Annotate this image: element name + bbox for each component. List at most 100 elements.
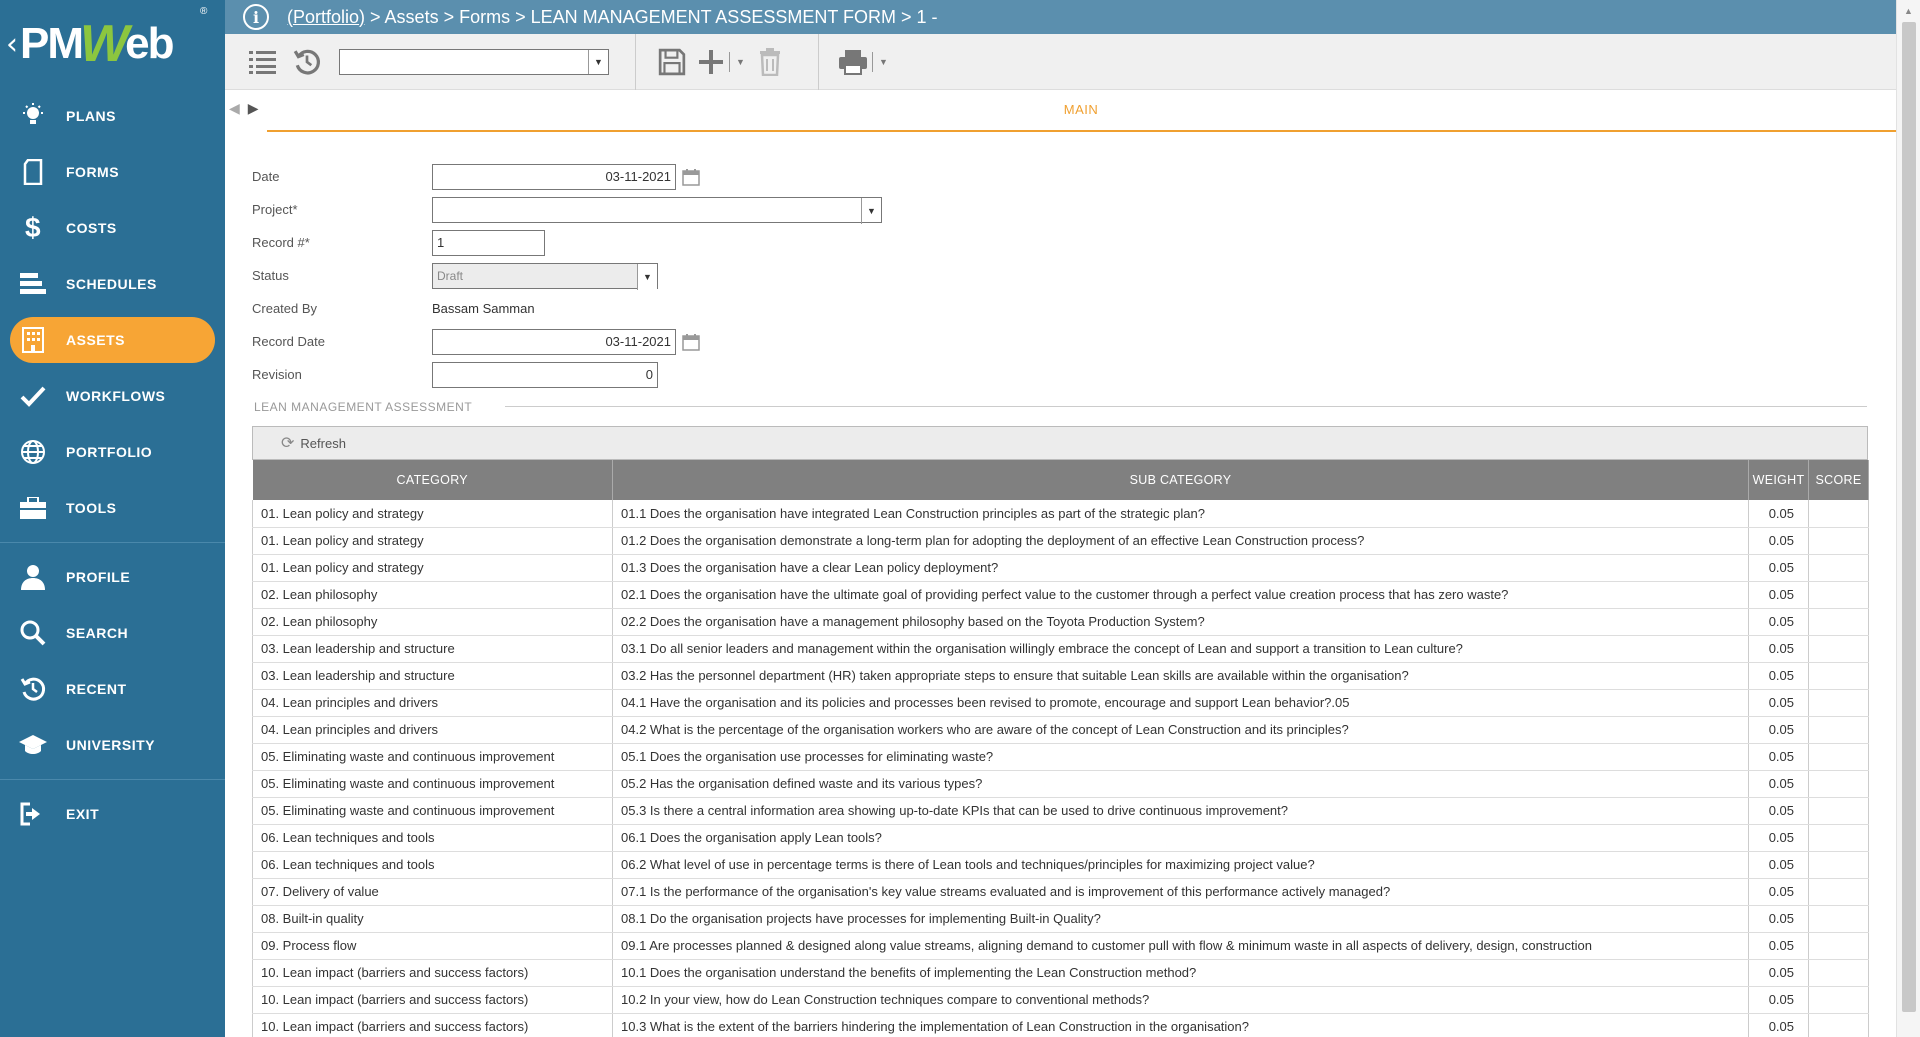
table-body: 01. Lean policy and strategy 01.1 Does th…	[252, 500, 1869, 1037]
score-cell[interactable]	[1808, 770, 1869, 798]
score-cell[interactable]	[1808, 851, 1869, 879]
add-button[interactable]: ▼	[694, 42, 748, 82]
table-row[interactable]: 10. Lean impact (barriers and success fa…	[252, 986, 1869, 1014]
tab-main[interactable]: MAIN	[267, 102, 1895, 117]
score-cell[interactable]	[1808, 527, 1869, 555]
score-cell[interactable]	[1808, 797, 1869, 825]
print-button[interactable]: ▼	[833, 42, 893, 82]
tab-scroll-arrows: ◀ ▶	[229, 100, 259, 117]
table-row[interactable]: 07. Delivery of value 07.1 Is the perform…	[252, 878, 1869, 906]
column-header-sub-category[interactable]: SUB CATEGORY	[612, 460, 1749, 500]
sidebar-item-label: PLANS	[66, 108, 116, 124]
category-cell: 03. Lean leadership and structure	[252, 662, 613, 690]
sidebar-item-exit[interactable]: EXIT	[0, 786, 225, 842]
table-row[interactable]: 10. Lean impact (barriers and success fa…	[252, 1013, 1869, 1037]
record-number-label: Record #*	[252, 235, 310, 250]
table-row[interactable]: 03. Lean leadership and structure 03.1 Do…	[252, 635, 1869, 663]
scroll-up-icon[interactable]: ▲	[1904, 6, 1913, 16]
breadcrumb-portfolio-link[interactable]: (Portfolio)	[287, 7, 365, 28]
column-header-score[interactable]: SCORE	[1808, 460, 1869, 500]
save-button[interactable]	[650, 42, 694, 82]
column-header-weight[interactable]: WEIGHT	[1748, 460, 1809, 500]
tab-scroll-right-icon[interactable]: ▶	[248, 100, 259, 117]
scrollbar-thumb[interactable]	[1902, 22, 1916, 1012]
tab-scroll-left-icon[interactable]: ◀	[229, 100, 240, 117]
table-row[interactable]: 01. Lean policy and strategy 01.2 Does th…	[252, 527, 1869, 555]
sidebar-item-forms[interactable]: FORMS	[0, 144, 225, 200]
sub-category-cell: 05.3 Is there a central information area…	[612, 797, 1749, 825]
weight-cell: 0.05	[1748, 797, 1809, 825]
category-cell: 06. Lean techniques and tools	[252, 851, 613, 879]
score-cell[interactable]	[1808, 986, 1869, 1014]
list-view-button[interactable]	[241, 42, 285, 82]
score-cell[interactable]	[1808, 824, 1869, 852]
score-cell[interactable]	[1808, 554, 1869, 582]
table-row[interactable]: 01. Lean policy and strategy 01.3 Does th…	[252, 554, 1869, 582]
score-cell[interactable]	[1808, 959, 1869, 987]
table-row[interactable]: 09. Process flow 09.1 Are processes plann…	[252, 932, 1869, 960]
sidebar-item-assets[interactable]: ASSETS	[10, 317, 215, 363]
score-cell[interactable]	[1808, 608, 1869, 636]
table-row[interactable]: 02. Lean philosophy 02.1 Does the organis…	[252, 581, 1869, 609]
sidebar-item-label: RECENT	[66, 681, 127, 697]
delete-button[interactable]	[748, 42, 792, 82]
sidebar-item-recent[interactable]: RECENT	[0, 661, 225, 717]
calendar-icon[interactable]	[682, 333, 700, 351]
sidebar-item-search[interactable]: SEARCH	[0, 605, 225, 661]
sub-category-cell: 06.2 What level of use in percentage ter…	[612, 851, 1749, 879]
table-row[interactable]: 04. Lean principles and drivers 04.1 Have…	[252, 689, 1869, 717]
date-field[interactable]: 03-11-2021	[432, 163, 676, 190]
column-header-category[interactable]: CATEGORY	[252, 460, 613, 500]
weight-cell: 0.05	[1748, 770, 1809, 798]
score-cell[interactable]	[1808, 878, 1869, 906]
breadcrumb-bar: i (Portfolio) > Assets > Forms > LEAN MA…	[225, 0, 1896, 34]
score-cell[interactable]	[1808, 581, 1869, 609]
score-cell[interactable]	[1808, 662, 1869, 690]
score-cell[interactable]	[1808, 500, 1869, 528]
score-cell[interactable]	[1808, 1013, 1869, 1037]
table-row[interactable]: 03. Lean leadership and structure 03.2 Ha…	[252, 662, 1869, 690]
score-cell[interactable]	[1808, 689, 1869, 717]
table-row[interactable]: 06. Lean techniques and tools 06.1 Does t…	[252, 824, 1869, 852]
record-date-field[interactable]: 03-11-2021	[432, 328, 676, 355]
sub-category-cell: 04.2 What is the percentage of the organ…	[612, 716, 1749, 744]
score-cell[interactable]	[1808, 635, 1869, 663]
trash-icon	[760, 47, 780, 76]
table-row[interactable]: 05. Eliminating waste and continuous imp…	[252, 743, 1869, 771]
back-chevron-icon[interactable]: ‹	[6, 27, 18, 62]
table-row[interactable]: 08. Built-in quality 08.1 Do the organisa…	[252, 905, 1869, 933]
score-cell[interactable]	[1808, 905, 1869, 933]
page-scrollbar[interactable]: ▲	[1896, 0, 1920, 1037]
score-cell[interactable]	[1808, 716, 1869, 744]
table-row[interactable]: 06. Lean techniques and tools 06.2 What l…	[252, 851, 1869, 879]
project-select[interactable]: ▼	[432, 196, 882, 224]
table-row[interactable]: 04. Lean principles and drivers 04.2 What…	[252, 716, 1869, 744]
sidebar-item-university[interactable]: UNIVERSITY	[0, 717, 225, 773]
sidebar-item-tools[interactable]: TOOLS	[0, 480, 225, 536]
revision-field[interactable]: 0	[432, 361, 658, 388]
view-select[interactable]: ▼	[339, 48, 609, 75]
sidebar-item-workflows[interactable]: WORKFLOWS	[0, 368, 225, 424]
sidebar-item-profile[interactable]: PROFILE	[0, 549, 225, 605]
score-cell[interactable]	[1808, 932, 1869, 960]
table-row[interactable]: 05. Eliminating waste and continuous imp…	[252, 797, 1869, 825]
sub-category-cell: 10.1 Does the organisation understand th…	[612, 959, 1749, 987]
table-row[interactable]: 05. Eliminating waste and continuous imp…	[252, 770, 1869, 798]
refresh-icon[interactable]: ⟳	[281, 433, 294, 453]
sidebar-item-portfolio[interactable]: PORTFOLIO	[0, 424, 225, 480]
table-row[interactable]: 10. Lean impact (barriers and success fa…	[252, 959, 1869, 987]
sidebar-item-plans[interactable]: PLANS	[0, 88, 225, 144]
pmweb-logo[interactable]: ‹ PM Web ®	[0, 0, 225, 88]
calendar-icon[interactable]	[682, 168, 700, 186]
sidebar-item-schedules[interactable]: SCHEDULES	[0, 256, 225, 312]
history-button[interactable]	[285, 42, 329, 82]
record-number-field[interactable]: 1	[432, 229, 545, 256]
status-select[interactable]: Draft ▼	[432, 262, 658, 290]
refresh-button[interactable]: Refresh	[300, 436, 346, 451]
sidebar-item-costs[interactable]: $ COSTS	[0, 200, 225, 256]
info-icon[interactable]: i	[243, 4, 269, 30]
table-row[interactable]: 02. Lean philosophy 02.2 Does the organis…	[252, 608, 1869, 636]
table-row[interactable]: 01. Lean policy and strategy 01.1 Does th…	[252, 500, 1869, 528]
category-cell: 05. Eliminating waste and continuous imp…	[252, 770, 613, 798]
score-cell[interactable]	[1808, 743, 1869, 771]
